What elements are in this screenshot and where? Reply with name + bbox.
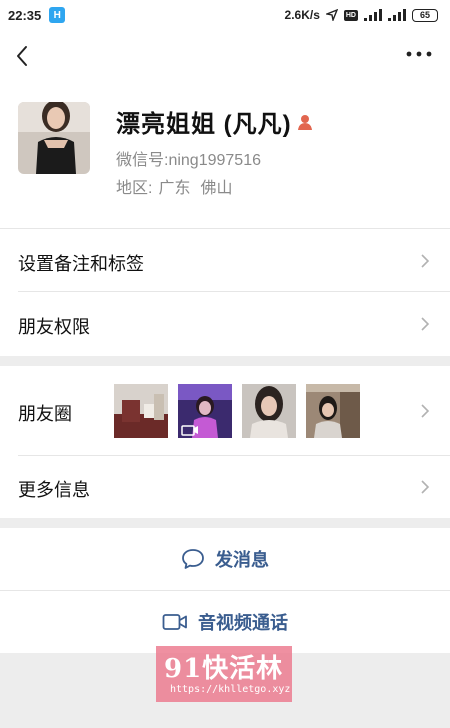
moments-label: 朋友圈 — [18, 404, 72, 424]
location-icon — [325, 9, 338, 21]
net-speed: 2.6K/s — [284, 8, 320, 22]
app-badge-icon: H — [49, 7, 66, 23]
chevron-right-icon — [421, 317, 430, 331]
more-info-row[interactable]: 更多信息 — [0, 456, 450, 518]
watermark-title: 91快活林 — [164, 654, 284, 684]
avatar-image — [18, 102, 90, 174]
battery-icon: 65 — [412, 8, 438, 22]
remark-tags-row[interactable]: 设置备注和标签 — [0, 228, 450, 292]
avatar[interactable] — [18, 102, 90, 174]
status-bar: 22:35 H 2.6K/s HD 65 — [0, 0, 450, 30]
wechat-id-value: ning1997516 — [168, 152, 261, 169]
permissions-row[interactable]: 朋友权限 — [0, 292, 450, 356]
back-icon[interactable] — [14, 44, 30, 68]
chevron-right-icon — [421, 480, 430, 494]
gender-icon — [297, 114, 312, 130]
signal-icon — [364, 9, 382, 21]
chat-bubble-icon — [182, 549, 204, 569]
av-call-button[interactable]: 音视频通话 — [0, 591, 450, 653]
permissions-label: 朋友权限 — [18, 317, 90, 337]
moments-thumbnails — [114, 384, 360, 438]
chevron-right-icon — [421, 404, 430, 418]
moments-row[interactable]: 朋友圈 — [0, 366, 450, 456]
watermark-url: https://khlletgo.xyz — [170, 684, 291, 695]
watermark: 91快活林 https://khlletgo.xyz — [156, 646, 292, 702]
moment-thumbnail-2 — [178, 384, 232, 438]
moment-thumbnail-3 — [242, 384, 296, 438]
moment-thumbnail-4 — [306, 384, 360, 438]
region-province: 广东 — [158, 180, 191, 197]
region-label: 地区: — [116, 180, 153, 197]
send-message-label: 发消息 — [215, 550, 269, 570]
more-icon[interactable] — [406, 48, 432, 60]
name-row: 漂亮姐姐 (凡凡) — [116, 104, 314, 139]
region-city: 佛山 — [200, 180, 233, 197]
video-camera-icon — [162, 614, 187, 630]
send-message-button[interactable]: 发消息 — [0, 528, 450, 590]
wechat-id-label: 微信号: — [116, 152, 169, 169]
wechat-id: 微信号:ning1997516 — [116, 146, 261, 170]
contact-name: 漂亮姐姐 (凡凡) — [116, 111, 292, 138]
moment-thumbnail-1 — [114, 384, 168, 438]
signal-icon-2 — [388, 9, 406, 21]
av-call-label: 音视频通话 — [198, 613, 288, 633]
top-bar — [0, 30, 450, 84]
region: 地区: 广东 佛山 — [116, 174, 232, 198]
more-info-label: 更多信息 — [18, 480, 90, 500]
status-indicators: 2.6K/s HD 65 — [285, 8, 438, 22]
profile-card: 漂亮姐姐 (凡凡) 微信号:ning1997516 地区: 广东 佛山 — [0, 84, 450, 228]
status-time: 22:35 — [8, 7, 42, 23]
hd-icon: HD — [343, 9, 358, 21]
remark-tags-label: 设置备注和标签 — [18, 254, 144, 274]
chevron-right-icon — [421, 254, 430, 268]
